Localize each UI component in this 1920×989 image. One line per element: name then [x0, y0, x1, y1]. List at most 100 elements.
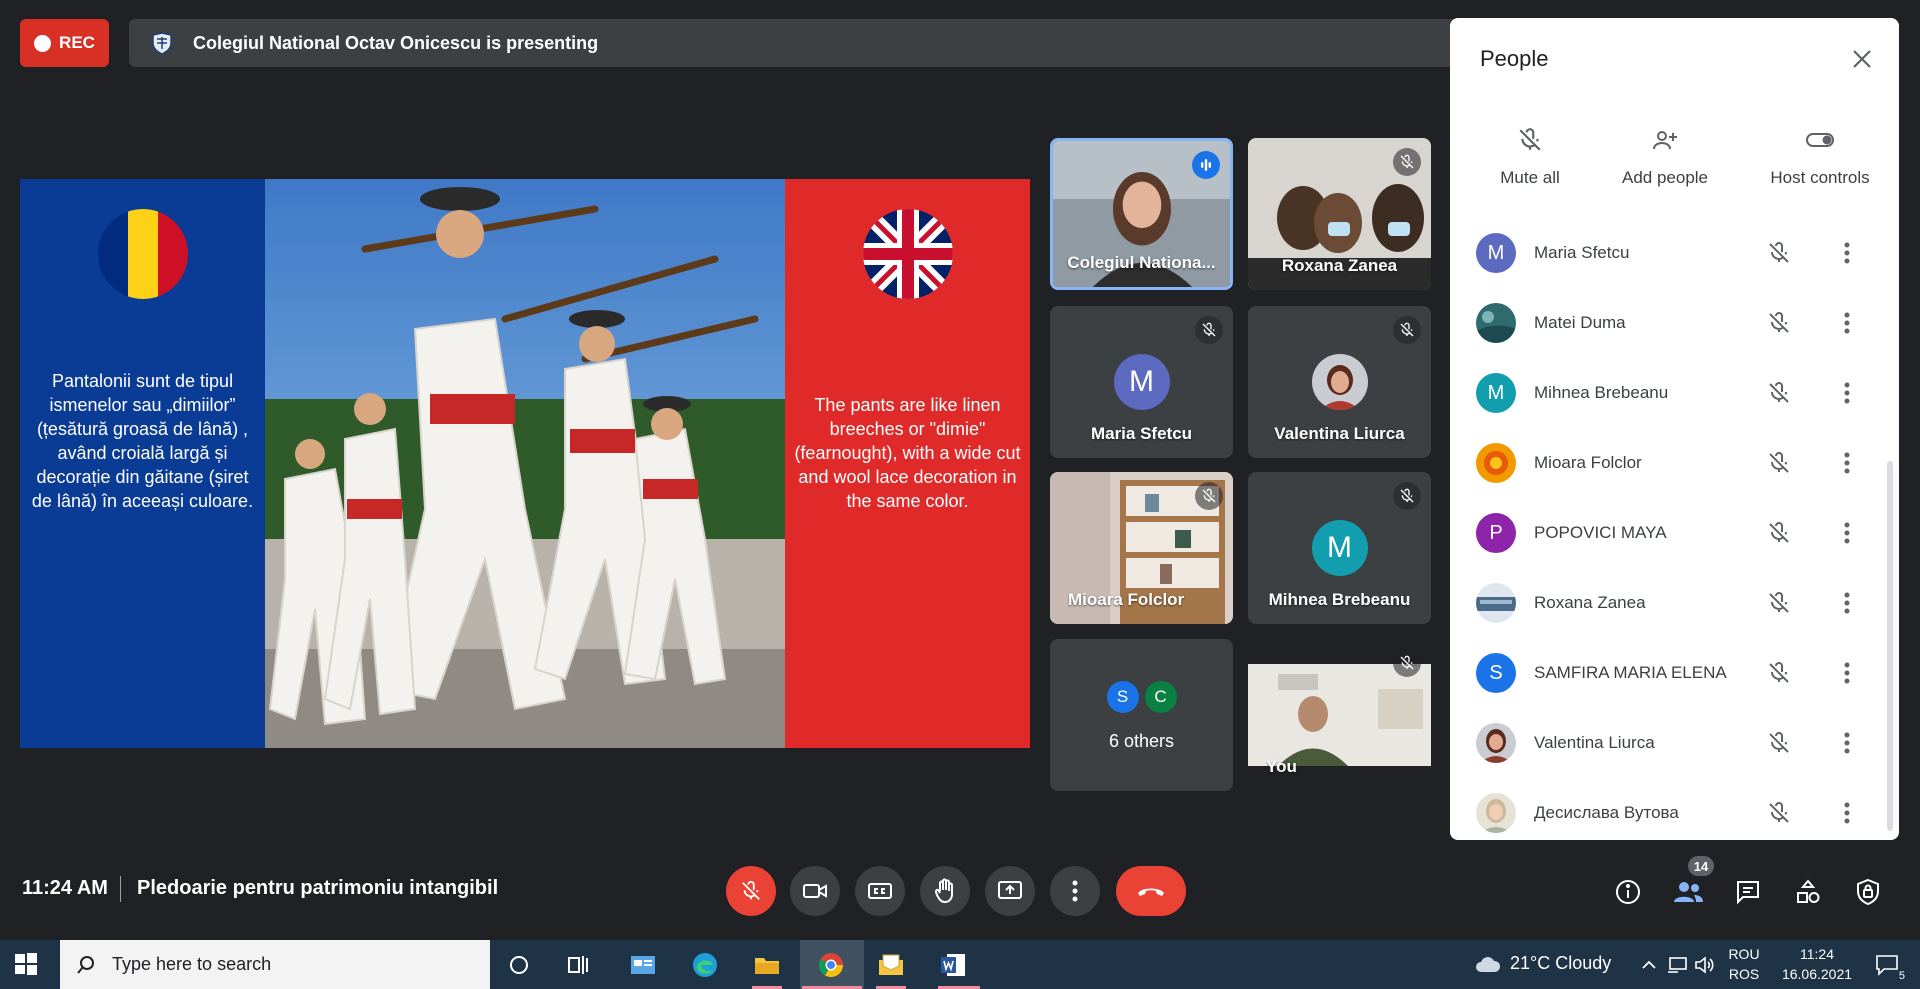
divider	[120, 876, 121, 902]
more-options-icon[interactable]	[1832, 308, 1862, 338]
people-scrollbar[interactable]	[1887, 461, 1893, 831]
more-options-icon[interactable]	[1832, 518, 1862, 548]
more-options-icon[interactable]	[1832, 378, 1862, 408]
hand-icon	[934, 878, 953, 904]
add-people-label: Add people	[1621, 168, 1709, 187]
more-options-icon[interactable]	[1832, 798, 1862, 828]
search-icon	[77, 955, 94, 974]
volume-button[interactable]	[1688, 948, 1722, 982]
task-view-button[interactable]	[562, 948, 596, 982]
tile-name: Colegiul Nationa...	[1067, 253, 1216, 272]
weather-widget[interactable]: 21°C Cloudy	[1474, 953, 1611, 974]
input-language-button[interactable]: ROU ROS	[1724, 944, 1764, 984]
participant-tile[interactable]: Mioara Folclor	[1050, 472, 1233, 624]
captions-button[interactable]	[855, 866, 905, 916]
participant-tile[interactable]: Colegiul Nationa...	[1050, 138, 1233, 290]
language-code: ROU	[1728, 946, 1760, 962]
camera-toggle-button[interactable]	[790, 866, 840, 916]
more-options-icon[interactable]	[1832, 238, 1862, 268]
add-people-button[interactable]: Add people	[1600, 120, 1730, 188]
meeting-name: Pledoarie pentru patrimoniu intangibil	[137, 877, 499, 899]
action-center-button[interactable]: 5	[1870, 948, 1906, 982]
keyboard-layout: ROS	[1728, 966, 1760, 982]
clock-time: 11:24	[1800, 946, 1834, 962]
participant-row[interactable]: Десислава Вутова	[1450, 778, 1899, 840]
tile-name: You	[1266, 757, 1297, 776]
mic-off-icon	[1393, 316, 1421, 344]
participant-row[interactable]: Valentina Liurca	[1450, 708, 1899, 778]
close-icon[interactable]	[1847, 44, 1877, 74]
participant-tile[interactable]: M Maria Sfetcu	[1050, 306, 1233, 458]
mic-off-icon[interactable]	[1764, 378, 1794, 408]
mic-off-icon[interactable]	[1764, 658, 1794, 688]
participant-tile[interactable]: Roxana Zanea	[1248, 138, 1431, 290]
avatar	[1476, 723, 1516, 763]
meeting-time: 11:24 AM	[22, 877, 108, 899]
host-controls-button[interactable]: Host controls	[1740, 120, 1899, 188]
recording-label: REC	[59, 33, 95, 52]
slide-left-text: Pantalonii sunt de tipul ismenelor sau „…	[31, 371, 254, 511]
windows-taskbar: Type here to search 21°C Cloudy ROU ROS …	[0, 940, 1920, 989]
taskbar-app[interactable]	[936, 948, 970, 982]
participant-row[interactable]: M Mihnea Brebeanu	[1450, 358, 1899, 428]
raise-hand-button[interactable]	[920, 866, 970, 916]
recording-indicator: REC	[20, 19, 109, 67]
leave-call-button[interactable]	[1116, 866, 1186, 916]
file-explorer-icon	[755, 958, 779, 974]
taskbar-app[interactable]	[814, 948, 848, 982]
participant-name: Matei Duma	[1534, 313, 1626, 332]
school-crest-icon	[152, 32, 172, 55]
host-controls-shortcut-button[interactable]	[1848, 872, 1888, 912]
tile-name: Maria Sfetcu	[1090, 424, 1193, 443]
more-options-icon[interactable]	[1832, 588, 1862, 618]
more-options-icon[interactable]	[1832, 448, 1862, 478]
cortana-button[interactable]	[502, 948, 536, 982]
notification-count: 5	[1897, 970, 1906, 982]
participant-tile[interactable]: Valentina Liurca	[1248, 306, 1431, 458]
presentation-slide: Pantalonii sunt de tipul ismenelor sau „…	[20, 179, 1030, 748]
chat-button[interactable]	[1728, 872, 1768, 912]
word-icon	[941, 954, 965, 976]
participant-row[interactable]: Matei Duma	[1450, 288, 1899, 358]
meeting-details-button[interactable]	[1608, 872, 1648, 912]
chevron-up-icon	[1642, 960, 1656, 969]
participant-row[interactable]: Roxana Zanea	[1450, 568, 1899, 638]
taskbar-app[interactable]	[688, 948, 722, 982]
taskbar-app[interactable]	[874, 948, 908, 982]
participant-row[interactable]: M Maria Sfetcu	[1450, 218, 1899, 288]
activities-button[interactable]	[1788, 872, 1828, 912]
taskbar-search-box[interactable]: Type here to search	[60, 940, 490, 989]
mic-off-icon[interactable]	[1764, 238, 1794, 268]
people-button[interactable]	[1668, 872, 1708, 912]
participant-tile[interactable]: M Mihnea Brebeanu	[1248, 472, 1431, 624]
mute-all-button[interactable]: Mute all	[1490, 120, 1570, 188]
more-options-button[interactable]	[1050, 866, 1100, 916]
taskbar-clock[interactable]: 11:24 16.06.2021	[1772, 944, 1862, 984]
windows-start-button[interactable]	[14, 952, 38, 981]
taskbar-app[interactable]	[750, 948, 784, 982]
present-screen-button[interactable]	[985, 866, 1035, 916]
others-tile[interactable]: S C 6 others	[1050, 639, 1233, 791]
participant-name: Mihnea Brebeanu	[1534, 383, 1669, 402]
more-options-icon[interactable]	[1832, 658, 1862, 688]
participant-row[interactable]: S SAMFIRA MARIA ELENA	[1450, 638, 1899, 708]
mic-off-icon[interactable]	[1764, 588, 1794, 618]
camera-icon	[803, 884, 827, 898]
cloud-icon	[1476, 956, 1501, 972]
more-options-icon[interactable]	[1832, 728, 1862, 758]
hang-up-icon	[1138, 888, 1164, 896]
participant-row[interactable]: P POPOVICI MAYA	[1450, 498, 1899, 568]
mic-off-icon[interactable]	[1764, 308, 1794, 338]
avatar: S	[1106, 681, 1139, 713]
avatar	[1476, 443, 1516, 483]
mic-off-icon[interactable]	[1764, 518, 1794, 548]
mic-off-icon[interactable]	[1764, 728, 1794, 758]
taskbar-app[interactable]	[626, 948, 660, 982]
slide-left-panel: Pantalonii sunt de tipul ismenelor sau „…	[20, 179, 265, 748]
avatar: M	[1476, 233, 1516, 273]
microphone-toggle-button[interactable]	[726, 866, 776, 916]
mic-off-icon[interactable]	[1764, 798, 1794, 828]
self-tile[interactable]: You	[1248, 639, 1431, 791]
mic-off-icon[interactable]	[1764, 448, 1794, 478]
participant-row[interactable]: Mioara Folclor	[1450, 428, 1899, 498]
